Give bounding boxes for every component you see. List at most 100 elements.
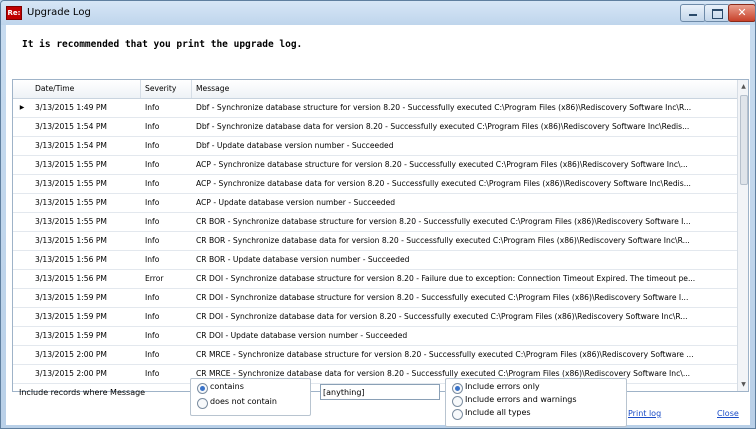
close-icon: ✕ [737,6,747,19]
cell-datetime: 3/13/2015 1:55 PM [35,160,107,169]
dialog-body: It is recommended that you print the upg… [6,25,750,427]
cell-message: ACP - Synchronize database data for vers… [196,179,691,188]
cell-datetime: 3/13/2015 1:54 PM [35,141,107,150]
table-row[interactable]: 3/13/2015 1:59 PM Info CR DOI - Synchroniz… [13,289,737,308]
cell-message: Dbf - Update database version number - S… [196,141,394,150]
row-selector[interactable] [13,289,31,307]
table-row[interactable]: 3/13/2015 1:56 PM Info CR BOR - Synchroniz… [13,232,737,251]
table-row[interactable]: 3/13/2015 1:56 PM Error CR DOI - Synchroni… [13,270,737,289]
cell-message: ACP - Update database version number - S… [196,198,396,207]
table-row[interactable]: 3/13/2015 1:59 PM Info CR DOI - Synchroniz… [13,308,737,327]
cell-message: CR BOR - Synchronize database structure … [196,217,691,226]
match-options-group: contains does not contain [190,378,311,416]
row-selected-arrow-icon[interactable]: ▶ [13,99,31,117]
all-types-radio[interactable] [452,409,463,420]
cell-message: CR DOI - Update database version number … [196,331,408,340]
cell-datetime: 3/13/2015 1:56 PM [35,274,107,283]
header-message[interactable]: Message [196,80,726,98]
row-selector[interactable] [13,308,31,326]
close-link[interactable]: Close [717,409,739,418]
table-row[interactable]: 3/13/2015 1:55 PM Info ACP - Synchronize d… [13,156,737,175]
print-log-link[interactable]: Print log [628,409,661,418]
errors-warnings-radio[interactable] [452,396,463,407]
cell-severity: Info [145,103,160,112]
table-row[interactable]: 3/13/2015 1:55 PM Info CR BOR - Synchroniz… [13,213,737,232]
header-datetime[interactable]: Date/Time [35,80,135,98]
row-selector[interactable] [13,156,31,174]
cell-severity: Info [145,141,160,150]
table-row[interactable]: ▶ 3/13/2015 1:49 PM Info Dbf - Synchronize … [13,99,737,118]
window-title: Upgrade Log [27,7,91,18]
cell-datetime: 3/13/2015 1:59 PM [35,331,107,340]
cell-severity: Info [145,312,160,321]
errors-only-radio[interactable] [452,383,463,394]
row-selector[interactable] [13,327,31,345]
row-selector[interactable] [13,118,31,136]
row-selector[interactable] [13,232,31,250]
close-window-button[interactable]: ✕ [728,4,755,22]
errors-warnings-label[interactable]: Include errors and warnings [465,395,577,404]
cell-message: CR DOI - Synchronize database structure … [196,274,696,283]
all-types-label[interactable]: Include all types [465,408,531,417]
table-row[interactable]: 3/13/2015 1:54 PM Info Dbf - Update databa… [13,137,737,156]
cell-datetime: 3/13/2015 2:00 PM [35,369,107,378]
cell-severity: Error [145,274,164,283]
column-separator[interactable] [191,80,192,98]
errors-only-label[interactable]: Include errors only [465,382,540,391]
cell-message: CR BOR - Update database version number … [196,255,410,264]
table-row[interactable]: 3/13/2015 2:00 PM Info CR MRCE - Synchroni… [13,365,737,384]
cell-message: CR MRCE - Synchronize database structure… [196,350,694,359]
row-selector[interactable] [13,365,31,383]
header-severity[interactable]: Severity [145,80,190,98]
row-selector[interactable] [13,137,31,155]
cell-datetime: 3/13/2015 1:59 PM [35,293,107,302]
row-selector[interactable] [13,194,31,212]
grid-header: Date/Time Severity Message [13,80,737,99]
row-selector[interactable] [13,346,31,364]
does-not-contain-label[interactable]: does not contain [210,397,277,406]
table-row[interactable]: 3/13/2015 1:59 PM Info CR DOI - Update dat… [13,327,737,346]
cell-datetime: 3/13/2015 2:00 PM [35,350,107,359]
cell-datetime: 3/13/2015 1:55 PM [35,198,107,207]
cell-severity: Info [145,236,160,245]
row-selector[interactable] [13,175,31,193]
scroll-down-icon[interactable]: ▼ [738,379,748,390]
cell-datetime: 3/13/2015 1:55 PM [35,217,107,226]
filter-label: Include records where Message [19,388,146,397]
cell-message: Dbf - Synchronize database structure for… [196,103,692,112]
scroll-thumb[interactable] [740,95,748,185]
row-selector[interactable] [13,270,31,288]
cell-severity: Info [145,331,160,340]
row-selector[interactable] [13,251,31,269]
cell-severity: Info [145,293,160,302]
message-filter-input[interactable] [321,385,439,399]
table-row[interactable]: 3/13/2015 1:55 PM Info ACP - Synchronize d… [13,175,737,194]
table-row[interactable]: 3/13/2015 1:54 PM Info Dbf - Synchronize d… [13,118,737,137]
cell-message: Dbf - Synchronize database data for vers… [196,122,690,131]
title-bar[interactable]: Re: Upgrade Log ✕ [1,1,755,25]
minimize-button[interactable] [680,4,706,22]
does-not-contain-radio[interactable] [197,398,208,409]
scroll-up-icon[interactable]: ▲ [738,81,748,92]
row-selector[interactable] [13,213,31,231]
contains-label[interactable]: contains [210,382,244,391]
cell-severity: Info [145,217,160,226]
cell-severity: Info [145,179,160,188]
log-grid[interactable]: Date/Time Severity Message ▶ 3/13/2015 1:… [12,79,749,392]
table-row[interactable]: 3/13/2015 1:56 PM Info CR BOR - Update dat… [13,251,737,270]
message-filter-field[interactable] [320,384,440,400]
cell-message: ACP - Synchronize database structure for… [196,160,688,169]
column-separator[interactable] [140,80,141,98]
table-row[interactable]: 3/13/2015 1:55 PM Info ACP - Update databa… [13,194,737,213]
vertical-scrollbar[interactable]: ▲ ▼ [737,80,748,391]
contains-radio[interactable] [197,383,208,394]
cell-datetime: 3/13/2015 1:49 PM [35,103,107,112]
cell-severity: Info [145,198,160,207]
maximize-button[interactable] [704,4,730,22]
cell-datetime: 3/13/2015 1:55 PM [35,179,107,188]
table-row[interactable]: 3/13/2015 2:00 PM Info CR MRCE - Synchroni… [13,346,737,365]
cell-datetime: 3/13/2015 1:54 PM [35,122,107,131]
app-logo-icon: Re: [6,6,22,20]
cell-datetime: 3/13/2015 1:56 PM [35,255,107,264]
type-options-group: Include errors only Include errors and w… [445,378,627,427]
